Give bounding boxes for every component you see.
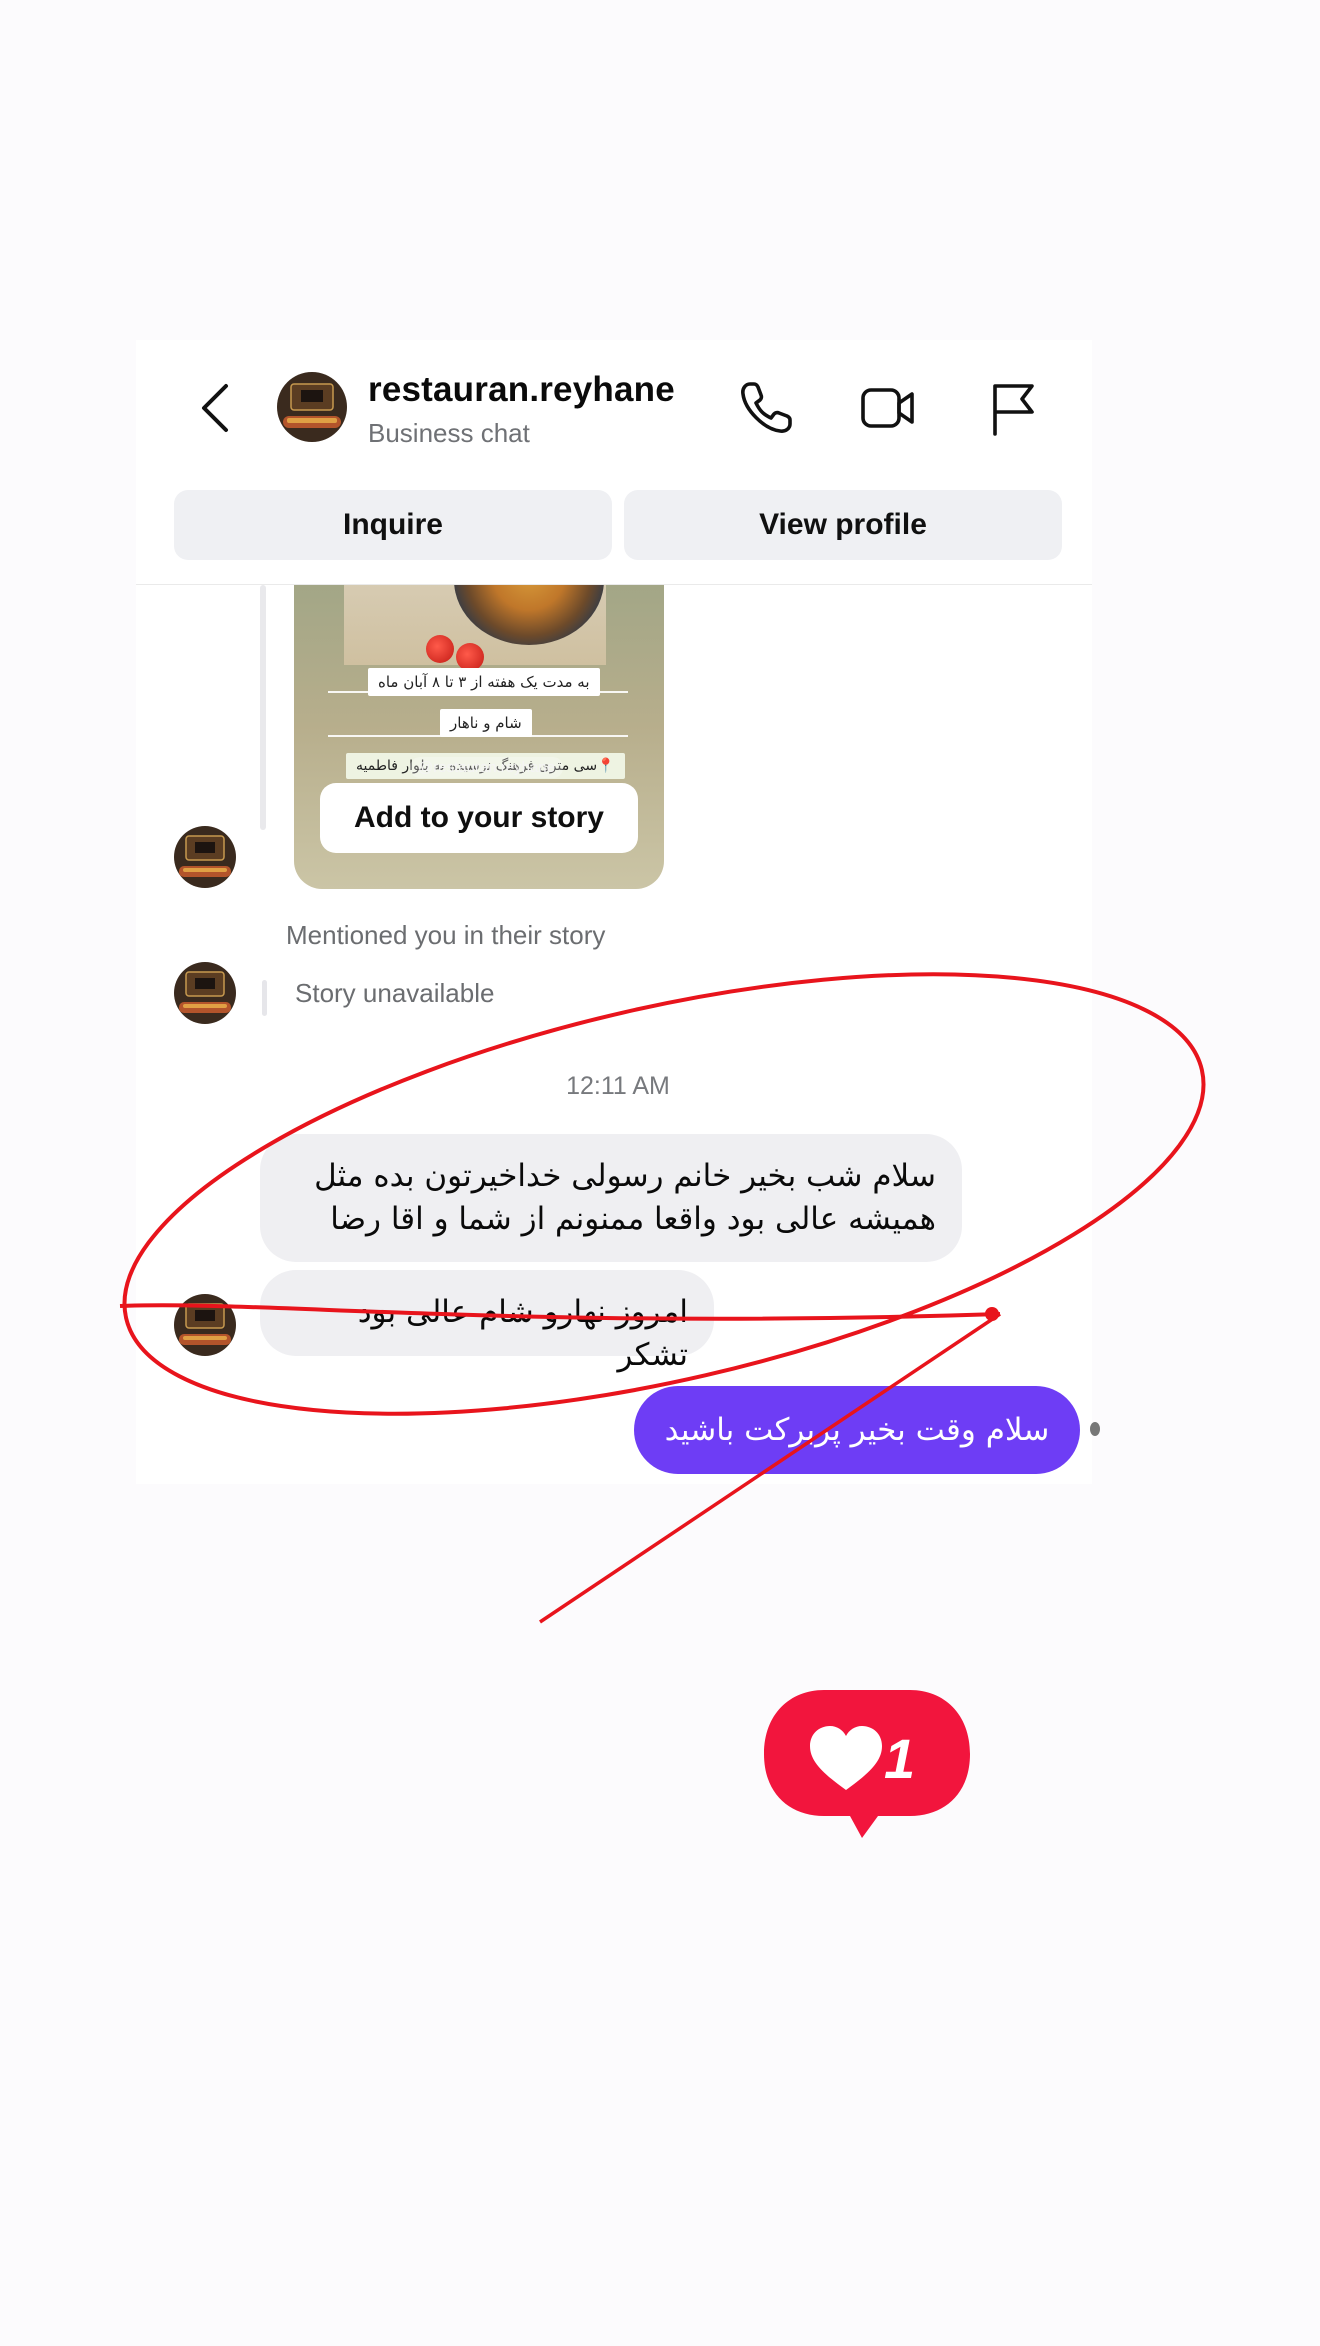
story-caption: به مدت یک هفته از ۳ تا ۸ آبان ماه — [368, 668, 600, 696]
avatar[interactable] — [174, 826, 236, 888]
story-mention-note: Mentioned you in their story — [286, 920, 606, 950]
chat-subtitle: Business chat — [368, 418, 530, 448]
story-mention: به مدت یک هفته از ۳ تا ۸ آبان ماه شام و … — [136, 585, 1092, 895]
story-caption: شام و ناهار — [440, 709, 532, 737]
reply-bar — [260, 585, 266, 830]
story-handle: @restauran.reyhane — [410, 757, 563, 778]
message-text: سلام وقت بخیر پربرکت باشید — [664, 1412, 1050, 1448]
flag-icon[interactable] — [982, 378, 1042, 438]
chevron-left-icon[interactable] — [196, 382, 236, 434]
notification-count: 1 — [884, 1727, 916, 1790]
video-camera-icon[interactable] — [858, 378, 918, 438]
sent-indicator — [1090, 1422, 1100, 1436]
phone-icon[interactable] — [736, 378, 796, 438]
message-text: سلام شب بخیر خانم رسولی خداخیرتون بده مث… — [314, 1158, 936, 1194]
incoming-message[interactable]: امروز نهارو شام عالی بود تشکر — [260, 1270, 714, 1373]
view-profile-button[interactable]: View profile — [624, 490, 1062, 560]
story-photo — [344, 585, 606, 671]
story-preview[interactable]: به مدت یک هفته از ۳ تا ۸ آبان ماه شام و … — [294, 585, 664, 889]
message-timestamp: 12:11 AM — [566, 1072, 670, 1100]
story-unavailable-note: Story unavailable — [295, 978, 495, 1008]
add-to-story-button[interactable]: Add to your story — [320, 783, 638, 853]
chat-username[interactable]: restauran.reyhane — [368, 370, 675, 410]
outgoing-message[interactable]: سلام وقت بخیر پربرکت باشید — [634, 1386, 1080, 1474]
like-notification: 1 — [764, 1684, 970, 1840]
message-text: همیشه عالی بود واقعا ممنونم از شما و اقا… — [330, 1201, 936, 1237]
tomato-image — [456, 643, 484, 671]
food-plate-image — [454, 585, 604, 645]
incoming-message[interactable]: سلام شب بخیر خانم رسولی خداخیرتون بده مث… — [260, 1134, 962, 1262]
inquire-button[interactable]: Inquire — [174, 490, 612, 560]
avatar[interactable] — [277, 372, 347, 442]
message-text: امروز نهارو شام عالی بود تشکر — [357, 1294, 688, 1373]
reply-bar — [262, 980, 267, 1016]
avatar[interactable] — [174, 1294, 236, 1356]
tomato-image — [426, 635, 454, 663]
avatar[interactable] — [174, 962, 236, 1024]
